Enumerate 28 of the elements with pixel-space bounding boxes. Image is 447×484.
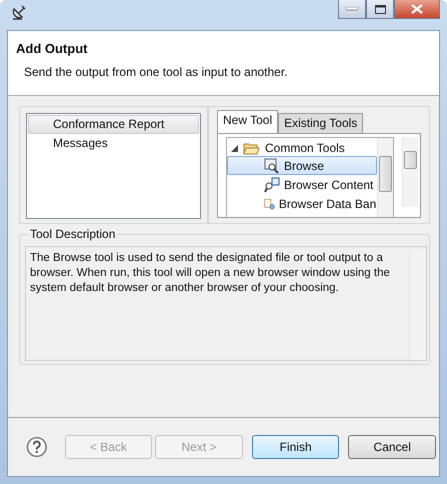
magnifier-icon xyxy=(264,176,280,192)
dialog-button[interactable]: Cancel xyxy=(348,435,436,459)
maximize-icon xyxy=(374,4,386,14)
help-icon[interactable] xyxy=(26,436,48,458)
tab[interactable]: Existing Tools xyxy=(278,113,364,133)
close-button[interactable] xyxy=(394,0,440,19)
satellite-icon xyxy=(10,4,28,22)
dialog-button[interactable]: Finish xyxy=(252,435,340,459)
tree-item[interactable]: Common Tools xyxy=(265,141,345,155)
output-item[interactable]: Messages xyxy=(28,134,199,153)
maximize-button[interactable] xyxy=(366,0,394,19)
magnifier-page-icon xyxy=(264,158,280,174)
tree-item[interactable]: Browse xyxy=(227,156,378,175)
tree-item[interactable]: Browser Content xyxy=(227,175,378,194)
dialog-description: Send the output from one tool as input to another. xyxy=(24,65,289,79)
output-item[interactable]: Conformance Report xyxy=(28,115,199,134)
group-title: Tool Description xyxy=(28,227,118,241)
description-text: The Browse tool is used to send the designated file or tool output to a browser. When run, this tool will open a new browser window using the system default browser or another browser of your choosing. xyxy=(30,251,391,296)
folder-icon xyxy=(243,142,260,154)
scrollbar[interactable] xyxy=(402,137,418,207)
tree-item[interactable]: Browser Data Ban xyxy=(227,194,378,213)
scrollbar[interactable] xyxy=(377,138,394,217)
dialog-title: Add Output xyxy=(16,41,88,56)
tab[interactable]: New Tool xyxy=(217,110,278,133)
close-icon xyxy=(411,4,423,14)
minimize-button[interactable] xyxy=(338,0,366,19)
expand-arrow-icon[interactable] xyxy=(231,144,238,152)
minimize-icon xyxy=(346,7,358,11)
